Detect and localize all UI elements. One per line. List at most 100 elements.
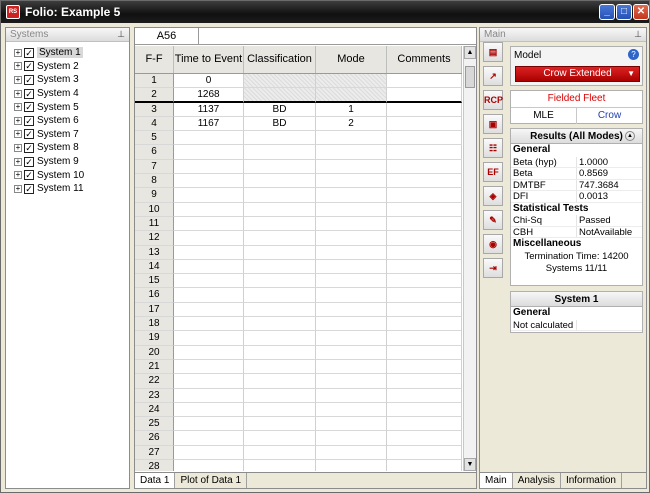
grid-cell[interactable]: [316, 88, 387, 103]
grid-cell[interactable]: [174, 388, 244, 403]
grid-cell[interactable]: [387, 331, 462, 346]
row-number[interactable]: 12: [135, 231, 174, 246]
expand-icon[interactable]: +: [14, 75, 22, 84]
grid-cell[interactable]: [244, 445, 316, 461]
tree-item-system[interactable]: + ✓ System 4: [6, 87, 129, 101]
tree-item-system[interactable]: + ✓ System 9: [6, 155, 129, 169]
grid-cell[interactable]: [316, 445, 387, 461]
column-header[interactable]: Time to Event: [174, 46, 244, 73]
column-header[interactable]: Mode: [316, 46, 387, 73]
grid-cell[interactable]: [244, 288, 316, 303]
tree-item-system[interactable]: + ✓ System 10: [6, 168, 129, 182]
grid-cell[interactable]: [174, 345, 244, 360]
grid-cell[interactable]: 1167: [174, 116, 244, 132]
pin-icon[interactable]: ⊥: [633, 29, 643, 40]
expand-icon[interactable]: +: [14, 171, 22, 180]
grid-cell[interactable]: [316, 174, 387, 189]
grid-cell[interactable]: [174, 259, 244, 275]
grid-cell[interactable]: [387, 202, 462, 217]
grid-cell[interactable]: [244, 174, 316, 189]
scroll-up-icon[interactable]: ▲: [464, 46, 476, 59]
expand-icon[interactable]: +: [14, 89, 22, 98]
grid-cell[interactable]: [316, 145, 387, 160]
grid-cell[interactable]: [316, 231, 387, 246]
results-title[interactable]: Results (All Modes) ▲: [511, 129, 642, 144]
row-number[interactable]: 14: [135, 259, 174, 275]
maximize-button[interactable]: □: [616, 4, 632, 20]
expand-icon[interactable]: +: [14, 130, 22, 139]
column-header[interactable]: F-F: [135, 46, 174, 73]
row-number[interactable]: 11: [135, 216, 174, 232]
grid-cell[interactable]: [244, 245, 316, 260]
grid-cell[interactable]: [244, 374, 316, 389]
expand-icon[interactable]: +: [14, 48, 22, 57]
grid-cell[interactable]: [387, 102, 462, 117]
row-number[interactable]: 18: [135, 317, 174, 332]
panel-tab[interactable]: Analysis: [513, 473, 561, 488]
tree-item-system[interactable]: + ✓ System 5: [6, 100, 129, 114]
grid-cell[interactable]: [174, 288, 244, 303]
checkbox-checked-icon[interactable]: ✓: [24, 47, 34, 58]
model-dropdown[interactable]: Crow Extended ▼: [515, 66, 640, 82]
grid-cell[interactable]: [244, 131, 316, 146]
grid-cell[interactable]: [387, 388, 462, 403]
grid-cell[interactable]: [316, 374, 387, 389]
grid-cell[interactable]: [174, 417, 244, 432]
checkbox-checked-icon[interactable]: ✓: [24, 170, 34, 181]
checkbox-checked-icon[interactable]: ✓: [24, 61, 34, 72]
grid-cell[interactable]: [244, 74, 316, 89]
fielded-fleet-title[interactable]: Fielded Fleet: [511, 91, 642, 108]
grid-cell[interactable]: [244, 159, 316, 175]
grid-cell[interactable]: [316, 159, 387, 175]
diamond-icon[interactable]: ◈: [483, 186, 503, 206]
grid-cell[interactable]: [174, 302, 244, 318]
grid-cell[interactable]: [316, 274, 387, 289]
checkbox-checked-icon[interactable]: ✓: [24, 74, 34, 85]
grid-cell[interactable]: [387, 174, 462, 189]
row-number[interactable]: 5: [135, 131, 174, 146]
expand-icon[interactable]: +: [14, 62, 22, 71]
row-number[interactable]: 6: [135, 145, 174, 160]
grid-cell[interactable]: [174, 359, 244, 375]
grid-cell[interactable]: [316, 216, 387, 232]
grid-cell[interactable]: [387, 131, 462, 146]
grid-cell[interactable]: [387, 359, 462, 375]
grid-cell[interactable]: [174, 231, 244, 246]
grid-cell[interactable]: [174, 445, 244, 461]
grid-cell[interactable]: [316, 317, 387, 332]
grid-cell[interactable]: [174, 274, 244, 289]
minimize-button[interactable]: _: [599, 4, 615, 20]
grid-cell[interactable]: [316, 431, 387, 446]
grid-cell[interactable]: [387, 259, 462, 275]
row-number[interactable]: 24: [135, 402, 174, 418]
checkbox-checked-icon[interactable]: ✓: [24, 129, 34, 140]
panel-tab[interactable]: Main: [480, 473, 513, 488]
tree-item-system[interactable]: + ✓ System 8: [6, 141, 129, 155]
row-number[interactable]: 28: [135, 460, 174, 471]
grid-cell[interactable]: [316, 259, 387, 275]
row-number[interactable]: 19: [135, 331, 174, 346]
grid-cell[interactable]: [316, 302, 387, 318]
grid-cell[interactable]: [244, 216, 316, 232]
grid-cell[interactable]: [174, 374, 244, 389]
expand-icon[interactable]: +: [14, 184, 22, 193]
grid-cell[interactable]: [244, 417, 316, 432]
grid-cell[interactable]: [244, 259, 316, 275]
grid-cell[interactable]: [244, 359, 316, 375]
grid-cell[interactable]: 1137: [174, 102, 244, 117]
row-number[interactable]: 22: [135, 374, 174, 389]
grid-cell[interactable]: [316, 402, 387, 418]
grid-cell[interactable]: [316, 417, 387, 432]
checkbox-checked-icon[interactable]: ✓: [24, 115, 34, 126]
export-icon[interactable]: ⇥: [483, 258, 503, 278]
grid-cell[interactable]: [387, 245, 462, 260]
grid-cell[interactable]: [387, 274, 462, 289]
grid-cell[interactable]: [174, 159, 244, 175]
tree-item-system[interactable]: + ✓ System 3: [6, 73, 129, 87]
tree-item-system[interactable]: + ✓ System 6: [6, 114, 129, 128]
grid-cell[interactable]: [387, 402, 462, 418]
grid-cell[interactable]: [244, 88, 316, 103]
scroll-thumb[interactable]: [465, 66, 475, 88]
grid-cell[interactable]: 1268: [174, 88, 244, 103]
grid-cell[interactable]: [174, 131, 244, 146]
